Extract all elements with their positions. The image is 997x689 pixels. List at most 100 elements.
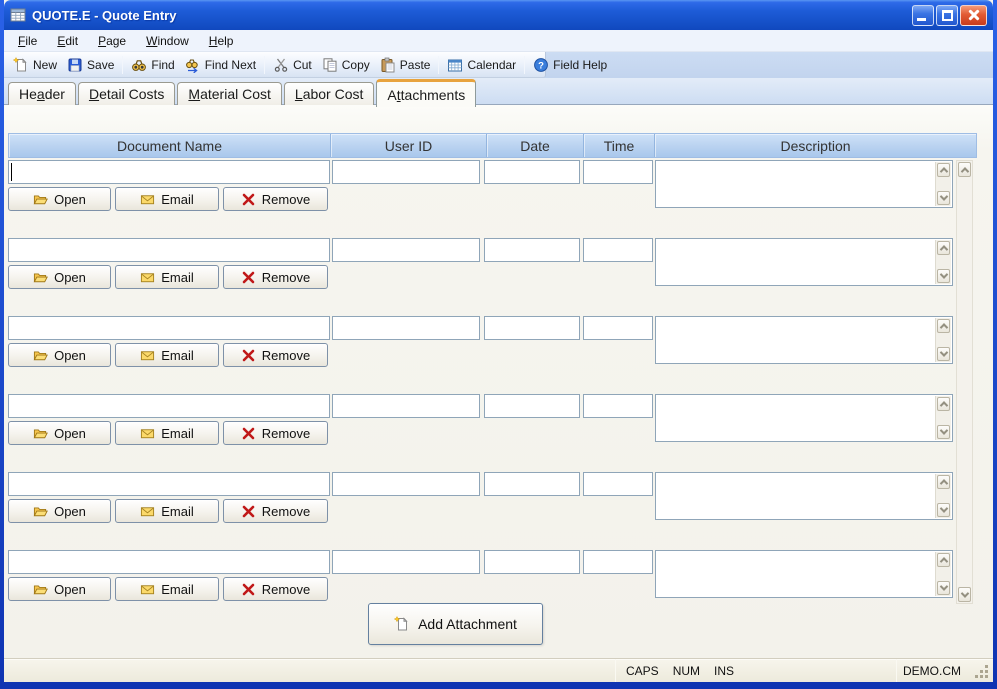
menu-page[interactable]: Page bbox=[88, 31, 136, 51]
remove-button[interactable]: Remove bbox=[223, 187, 328, 211]
date-input[interactable] bbox=[484, 238, 580, 262]
open-button[interactable]: Open bbox=[8, 421, 111, 445]
add-attachment-button[interactable]: Add Attachment bbox=[368, 603, 543, 645]
find-next-button[interactable]: Find Next bbox=[180, 55, 261, 75]
scroll-down-button[interactable] bbox=[937, 269, 950, 283]
remove-button[interactable]: Remove bbox=[223, 343, 328, 367]
open-button[interactable]: Open bbox=[8, 343, 111, 367]
save-button[interactable]: Save bbox=[62, 55, 119, 75]
description-textarea[interactable] bbox=[655, 160, 953, 208]
scroll-down-button[interactable] bbox=[937, 581, 950, 595]
email-button[interactable]: Email bbox=[115, 265, 219, 289]
time-input[interactable] bbox=[583, 238, 653, 262]
description-textarea[interactable] bbox=[655, 316, 953, 364]
user-id-input[interactable] bbox=[332, 550, 480, 574]
menu-help[interactable]: Help bbox=[199, 31, 244, 51]
scroll-down-button[interactable] bbox=[937, 425, 950, 439]
description-scrollbar[interactable] bbox=[935, 552, 951, 596]
scroll-up-button[interactable] bbox=[937, 553, 950, 567]
user-id-input[interactable] bbox=[332, 160, 480, 184]
remove-button-label: Remove bbox=[261, 347, 311, 363]
scroll-up-button[interactable] bbox=[937, 397, 950, 411]
remove-button[interactable]: Remove bbox=[223, 577, 328, 601]
menu-file[interactable]: File bbox=[8, 31, 47, 51]
date-input[interactable] bbox=[484, 160, 580, 184]
email-button[interactable]: Email bbox=[115, 577, 219, 601]
document-name-input[interactable] bbox=[8, 160, 330, 184]
minimize-button[interactable] bbox=[912, 4, 934, 26]
field-help-button[interactable]: ? Field Help bbox=[528, 55, 612, 75]
resize-grip[interactable] bbox=[967, 659, 993, 682]
cut-button[interactable]: Cut bbox=[268, 55, 317, 75]
scroll-up-button[interactable] bbox=[937, 241, 950, 255]
date-input[interactable] bbox=[484, 550, 580, 574]
email-button[interactable]: Email bbox=[115, 421, 219, 445]
document-name-input[interactable] bbox=[8, 550, 330, 574]
description-scrollbar[interactable] bbox=[935, 396, 951, 440]
email-button[interactable]: Email bbox=[115, 187, 219, 211]
tab-detail-costs-label-rest: etail Costs bbox=[99, 86, 165, 102]
panel-scrollbar[interactable] bbox=[956, 160, 973, 604]
user-id-input[interactable] bbox=[332, 238, 480, 262]
email-button[interactable]: Email bbox=[115, 343, 219, 367]
email-button[interactable]: Email bbox=[115, 499, 219, 523]
remove-button[interactable]: Remove bbox=[223, 421, 328, 445]
find-button[interactable]: Find bbox=[126, 55, 179, 75]
date-input[interactable] bbox=[484, 394, 580, 418]
description-textarea[interactable] bbox=[655, 394, 953, 442]
tab-attachments[interactable]: Attachments bbox=[376, 79, 477, 107]
tab-labor-cost[interactable]: Labor Cost bbox=[283, 82, 375, 105]
open-button[interactable]: Open bbox=[8, 499, 111, 523]
document-name-input[interactable] bbox=[8, 316, 330, 340]
save-label: Save bbox=[87, 57, 115, 72]
scroll-down-button[interactable] bbox=[937, 503, 950, 517]
paste-button[interactable]: Paste bbox=[375, 55, 436, 75]
remove-x-icon bbox=[241, 270, 256, 285]
scroll-down-button[interactable] bbox=[937, 347, 950, 361]
remove-button[interactable]: Remove bbox=[223, 499, 328, 523]
user-id-input[interactable] bbox=[332, 316, 480, 340]
document-name-input[interactable] bbox=[8, 394, 330, 418]
menu-file-label: ile bbox=[25, 33, 38, 48]
menu-window[interactable]: Window bbox=[136, 31, 199, 51]
time-input[interactable] bbox=[583, 316, 653, 340]
time-input[interactable] bbox=[583, 394, 653, 418]
new-button[interactable]: New bbox=[8, 55, 62, 75]
description-scrollbar[interactable] bbox=[935, 474, 951, 518]
calendar-button[interactable]: Calendar bbox=[442, 55, 521, 75]
description-scrollbar[interactable] bbox=[935, 240, 951, 284]
date-input[interactable] bbox=[484, 472, 580, 496]
time-input[interactable] bbox=[583, 472, 653, 496]
scroll-down-button[interactable] bbox=[937, 191, 950, 205]
user-id-input[interactable] bbox=[332, 394, 480, 418]
document-name-input[interactable] bbox=[8, 472, 330, 496]
time-input[interactable] bbox=[583, 160, 653, 184]
environment-label: DEMO.CM bbox=[903, 663, 961, 678]
open-button[interactable]: Open bbox=[8, 187, 111, 211]
scroll-up-button[interactable] bbox=[937, 163, 950, 177]
open-button[interactable]: Open bbox=[8, 265, 111, 289]
tab-material-cost[interactable]: Material Cost bbox=[177, 82, 282, 105]
description-textarea[interactable] bbox=[655, 238, 953, 286]
menu-edit[interactable]: Edit bbox=[47, 31, 88, 51]
close-button[interactable] bbox=[960, 4, 987, 26]
panel-scroll-down-button[interactable] bbox=[958, 587, 971, 602]
date-input[interactable] bbox=[484, 316, 580, 340]
scroll-up-button[interactable] bbox=[937, 475, 950, 489]
tab-header[interactable]: Header bbox=[8, 82, 76, 105]
time-input[interactable] bbox=[583, 550, 653, 574]
copy-button[interactable]: Copy bbox=[317, 55, 375, 75]
user-id-input[interactable] bbox=[332, 472, 480, 496]
scroll-up-button[interactable] bbox=[937, 319, 950, 333]
tab-detail-costs[interactable]: Detail Costs bbox=[77, 82, 176, 105]
remove-button[interactable]: Remove bbox=[223, 265, 328, 289]
description-scrollbar[interactable] bbox=[935, 162, 951, 206]
maximize-button[interactable] bbox=[936, 4, 958, 26]
document-name-input[interactable] bbox=[8, 238, 330, 262]
chevron-up-icon bbox=[939, 323, 948, 332]
description-textarea[interactable] bbox=[655, 550, 953, 598]
description-scrollbar[interactable] bbox=[935, 318, 951, 362]
open-button[interactable]: Open bbox=[8, 577, 111, 601]
panel-scroll-up-button[interactable] bbox=[958, 162, 971, 177]
description-textarea[interactable] bbox=[655, 472, 953, 520]
